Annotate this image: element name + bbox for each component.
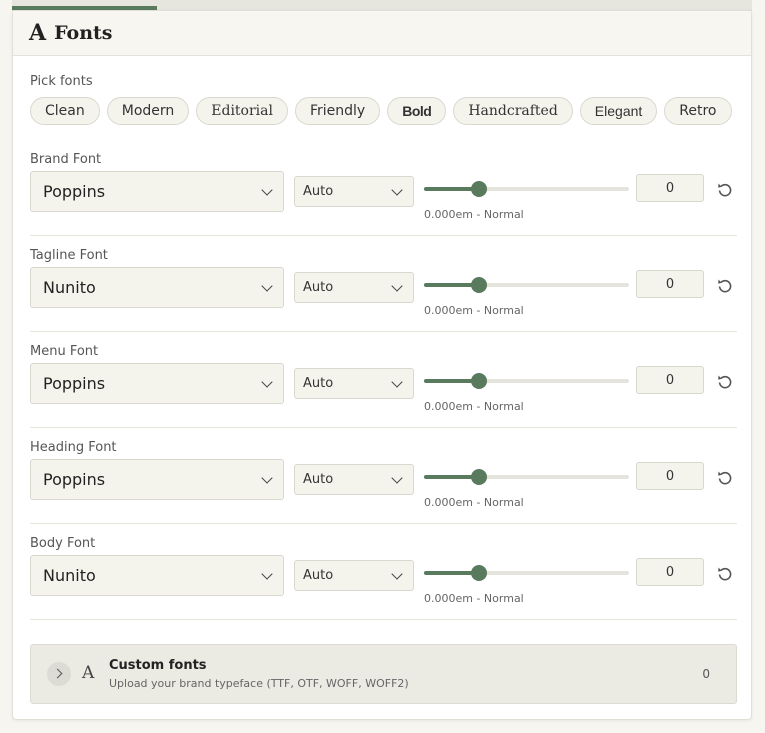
row-divider (30, 619, 737, 620)
font-family-select[interactable]: Poppins (30, 171, 284, 212)
font-row-label: Menu Font (30, 344, 99, 359)
fonts-panel: A Fonts Pick fonts Clean Modern Editoria… (12, 10, 752, 720)
font-weight-select[interactable]: Auto (294, 560, 414, 591)
chevron-down-icon (261, 375, 273, 388)
preset-chip-handcrafted[interactable]: Handcrafted (453, 97, 573, 125)
font-icon: A (82, 663, 95, 683)
reset-icon[interactable] (716, 277, 734, 295)
slider-thumb[interactable] (471, 181, 487, 197)
preset-chip-elegant[interactable]: Elegant (579, 97, 658, 125)
font-family-value: Nunito (43, 278, 96, 297)
letter-spacing-caption: 0.000em - Normal (424, 496, 524, 509)
font-weight-select[interactable]: Auto (294, 176, 414, 207)
slider-thumb[interactable] (471, 469, 487, 485)
letter-spacing-input[interactable]: 0 (636, 558, 704, 586)
font-icon: A (29, 20, 47, 46)
font-weight-value: Auto (303, 472, 334, 487)
letter-spacing-slider[interactable] (424, 371, 629, 391)
font-family-value: Poppins (43, 470, 106, 489)
chevron-down-icon (391, 567, 403, 580)
custom-fonts-subtitle: Upload your brand typeface (TTF, OTF, WO… (109, 677, 409, 690)
chevron-down-icon (261, 279, 273, 292)
row-divider (30, 331, 737, 332)
font-weight-select[interactable]: Auto (294, 464, 414, 495)
slider-thumb[interactable] (471, 277, 487, 293)
font-family-select[interactable]: Nunito (30, 555, 284, 596)
custom-fonts-title: Custom fonts (109, 658, 207, 673)
font-family-value: Poppins (43, 374, 106, 393)
letter-spacing-input[interactable]: 0 (636, 462, 704, 490)
reset-icon[interactable] (716, 373, 734, 391)
font-family-select[interactable]: Nunito (30, 267, 284, 308)
letter-spacing-slider[interactable] (424, 563, 629, 583)
slider-thumb[interactable] (471, 565, 487, 581)
custom-fonts-count: 0 (702, 667, 710, 681)
font-family-value: Nunito (43, 566, 96, 585)
font-weight-value: Auto (303, 376, 334, 391)
font-row-heading: Heading Font Poppins Auto 0.000em - Norm… (30, 440, 737, 536)
chevron-down-icon (391, 375, 403, 388)
font-row-tagline: Tagline Font Nunito Auto 0.000em - Norma… (30, 248, 737, 344)
reset-icon[interactable] (716, 469, 734, 487)
pick-fonts-label: Pick fonts (30, 74, 93, 89)
chevron-down-icon (261, 471, 273, 484)
reset-icon[interactable] (716, 565, 734, 583)
font-family-value: Poppins (43, 182, 106, 201)
font-family-select[interactable]: Poppins (30, 363, 284, 404)
preset-chip-editorial[interactable]: Editorial (196, 97, 288, 125)
preset-chip-retro[interactable]: Retro (664, 97, 732, 125)
panel-title: Fonts (54, 22, 113, 44)
font-row-brand: Brand Font Poppins Auto 0.000em - Normal… (30, 152, 737, 248)
chevron-down-icon (391, 471, 403, 484)
chevron-down-icon (261, 183, 273, 196)
row-divider (30, 235, 737, 236)
row-divider (30, 427, 737, 428)
letter-spacing-slider[interactable] (424, 467, 629, 487)
font-row-label: Brand Font (30, 152, 102, 167)
letter-spacing-caption: 0.000em - Normal (424, 208, 524, 221)
letter-spacing-caption: 0.000em - Normal (424, 400, 524, 413)
row-divider (30, 523, 737, 524)
letter-spacing-slider[interactable] (424, 275, 629, 295)
custom-fonts-section[interactable]: A Custom fonts Upload your brand typefac… (30, 644, 737, 704)
preset-chip-modern[interactable]: Modern (106, 97, 190, 125)
letter-spacing-caption: 0.000em - Normal (424, 304, 524, 317)
preset-chip-clean[interactable]: Clean (30, 97, 100, 125)
letter-spacing-input[interactable]: 0 (636, 174, 704, 202)
font-family-select[interactable]: Poppins (30, 459, 284, 500)
letter-spacing-caption: 0.000em - Normal (424, 592, 524, 605)
font-row-label: Body Font (30, 536, 96, 551)
letter-spacing-input[interactable]: 0 (636, 270, 704, 298)
font-preset-chips: Clean Modern Editorial Friendly Bold Han… (30, 97, 732, 125)
chevron-down-icon (391, 183, 403, 196)
letter-spacing-slider[interactable] (424, 179, 629, 199)
panel-header: A Fonts (13, 11, 751, 56)
font-row-menu: Menu Font Poppins Auto 0.000em - Normal … (30, 344, 737, 440)
font-weight-value: Auto (303, 280, 334, 295)
slider-thumb[interactable] (471, 373, 487, 389)
preset-chip-friendly[interactable]: Friendly (294, 97, 381, 125)
font-row-body: Body Font Nunito Auto 0.000em - Normal 0 (30, 536, 737, 632)
font-weight-select[interactable]: Auto (294, 368, 414, 399)
chevron-down-icon (261, 567, 273, 580)
reset-icon[interactable] (716, 181, 734, 199)
font-row-label: Tagline Font (30, 248, 108, 263)
chevron-right-icon[interactable] (47, 662, 71, 686)
preset-chip-bold[interactable]: Bold (387, 97, 447, 125)
letter-spacing-input[interactable]: 0 (636, 366, 704, 394)
font-weight-select[interactable]: Auto (294, 272, 414, 303)
font-weight-value: Auto (303, 184, 334, 199)
chevron-down-icon (391, 279, 403, 292)
font-weight-value: Auto (303, 568, 334, 583)
font-row-label: Heading Font (30, 440, 117, 455)
